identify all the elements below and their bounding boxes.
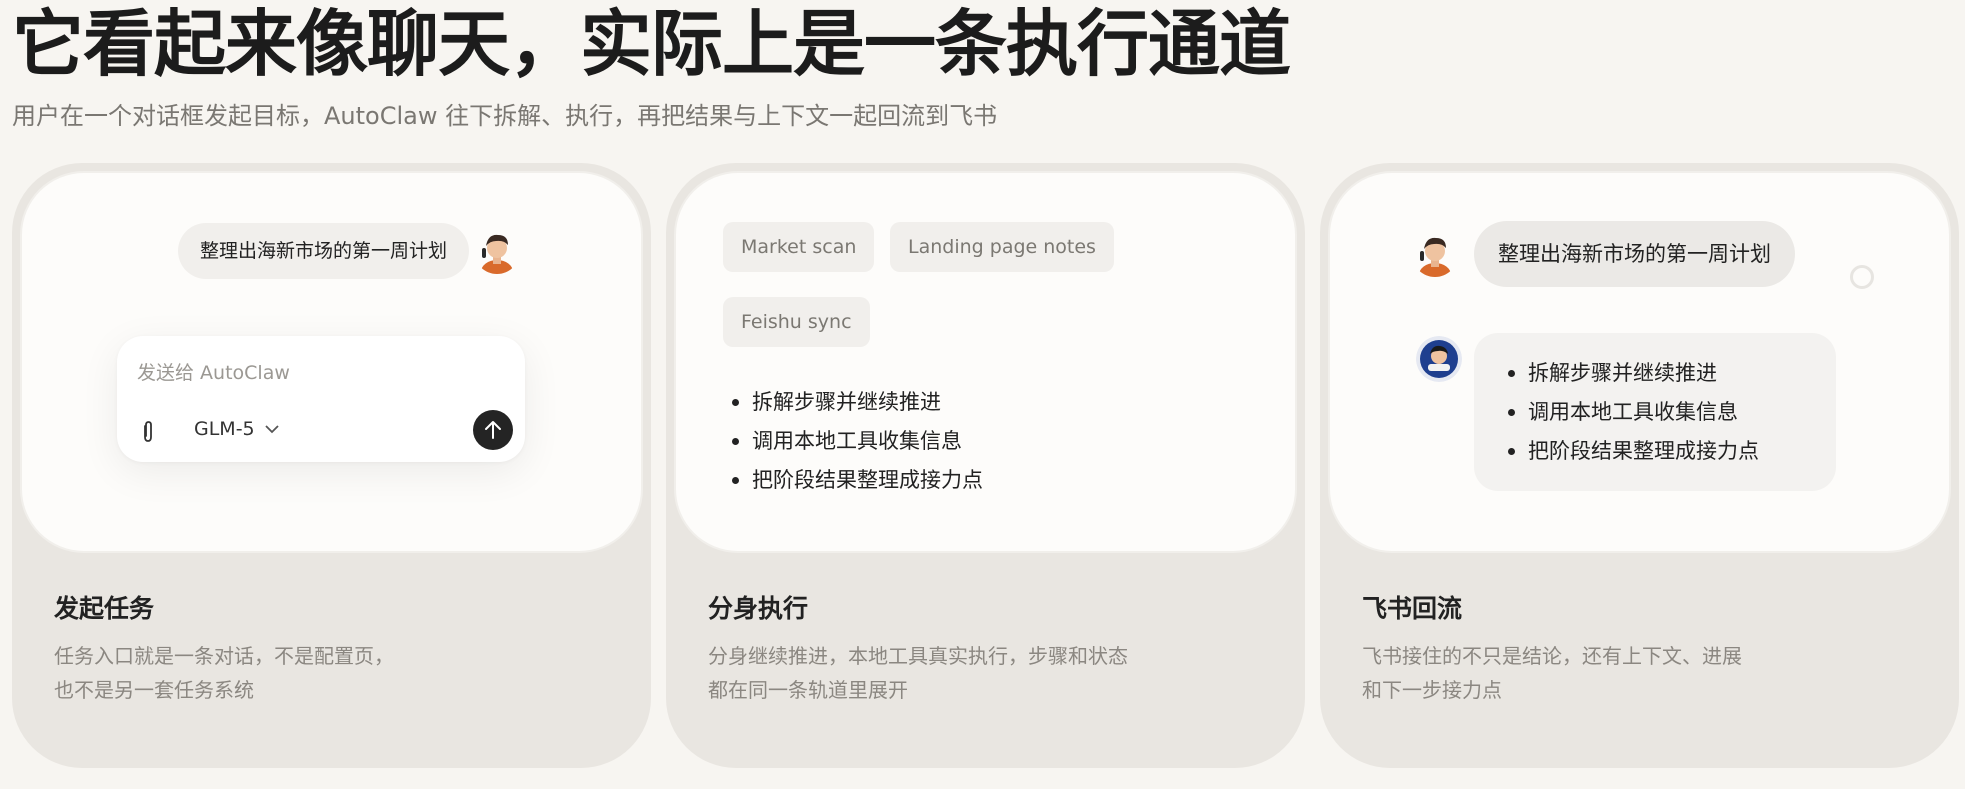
model-selector[interactable]: GLM-5 — [194, 418, 279, 440]
card-description: 飞书接住的不只是结论，还有上下文、进展 和下一步接力点 — [1362, 639, 1882, 707]
task-chip: Market scan — [723, 222, 875, 272]
task-chip: Feishu sync — [723, 297, 870, 347]
card-title: 发起任务 — [54, 594, 155, 623]
composer-placeholder[interactable]: 发送给 AutoClaw — [137, 358, 290, 385]
user-avatar — [1412, 231, 1458, 277]
card-start-task: 整理出海新市场的第一周计划 发送给 AutoClaw GLM-5 发起任务 任务… — [12, 163, 651, 768]
list-item: 调用本地工具收集信息 — [728, 422, 983, 461]
card-title: 分身执行 — [708, 594, 809, 623]
user-message-bubble: 整理出海新市场的第一周计划 — [1474, 221, 1795, 287]
list-item: 调用本地工具收集信息 — [1504, 393, 1759, 432]
description-line: 也不是另一套任务系统 — [54, 678, 254, 702]
paperclip-icon[interactable] — [137, 420, 159, 444]
model-name: GLM-5 — [194, 418, 255, 440]
list-item: 拆解步骤并继续推进 — [728, 383, 983, 422]
description-line: 和下一步接力点 — [1362, 678, 1502, 702]
page-subtitle: 用户在一个对话框发起目标，AutoClaw 往下拆解、执行，再把结果与上下文一起… — [12, 102, 998, 130]
send-button[interactable] — [473, 410, 513, 450]
card-feishu-flow: 整理出海新市场的第一周计划 拆解步骤并继续推进 调用本地工具收集信息 把阶段结果… — [1320, 163, 1959, 768]
arrow-up-icon — [485, 421, 501, 439]
description-line: 飞书接住的不只是结论，还有上下文、进展 — [1362, 644, 1742, 668]
reply-bubble: 拆解步骤并继续推进 调用本地工具收集信息 把阶段结果整理成接力点 — [1474, 333, 1836, 491]
card-title: 飞书回流 — [1362, 594, 1463, 623]
bot-avatar — [1416, 336, 1462, 382]
message-composer[interactable]: 发送给 AutoClaw GLM-5 — [117, 336, 525, 462]
status-ring-icon — [1850, 265, 1874, 289]
description-line: 任务入口就是一条对话，不是配置页， — [54, 644, 394, 668]
card-description: 任务入口就是一条对话，不是配置页， 也不是另一套任务系统 — [54, 639, 574, 707]
list-item: 把阶段结果整理成接力点 — [728, 461, 983, 500]
user-message-bubble: 整理出海新市场的第一周计划 — [178, 223, 470, 279]
list-item: 把阶段结果整理成接力点 — [1504, 432, 1759, 471]
user-avatar — [474, 228, 520, 274]
reply-list: 拆解步骤并继续推进 调用本地工具收集信息 把阶段结果整理成接力点 — [1504, 354, 1759, 471]
step-list: 拆解步骤并继续推进 调用本地工具收集信息 把阶段结果整理成接力点 — [728, 383, 983, 500]
page-title: 它看起来像聊天，实际上是一条执行通道 — [12, 2, 1291, 86]
card-description: 分身继续推进，本地工具真实执行，步骤和状态 都在同一条轨道里展开 — [708, 639, 1228, 707]
card-preview: Market scan Landing page notes Feishu sy… — [676, 173, 1295, 551]
description-line: 都在同一条轨道里展开 — [708, 678, 908, 702]
list-item: 拆解步骤并继续推进 — [1504, 354, 1759, 393]
task-chip: Landing page notes — [890, 222, 1114, 272]
card-clone-execution: Market scan Landing page notes Feishu sy… — [666, 163, 1305, 768]
chevron-down-icon — [265, 425, 279, 434]
description-line: 分身继续推进，本地工具真实执行，步骤和状态 — [708, 644, 1128, 668]
card-preview: 整理出海新市场的第一周计划 发送给 AutoClaw GLM-5 — [22, 173, 641, 551]
card-preview: 整理出海新市场的第一周计划 拆解步骤并继续推进 调用本地工具收集信息 把阶段结果… — [1330, 173, 1949, 551]
